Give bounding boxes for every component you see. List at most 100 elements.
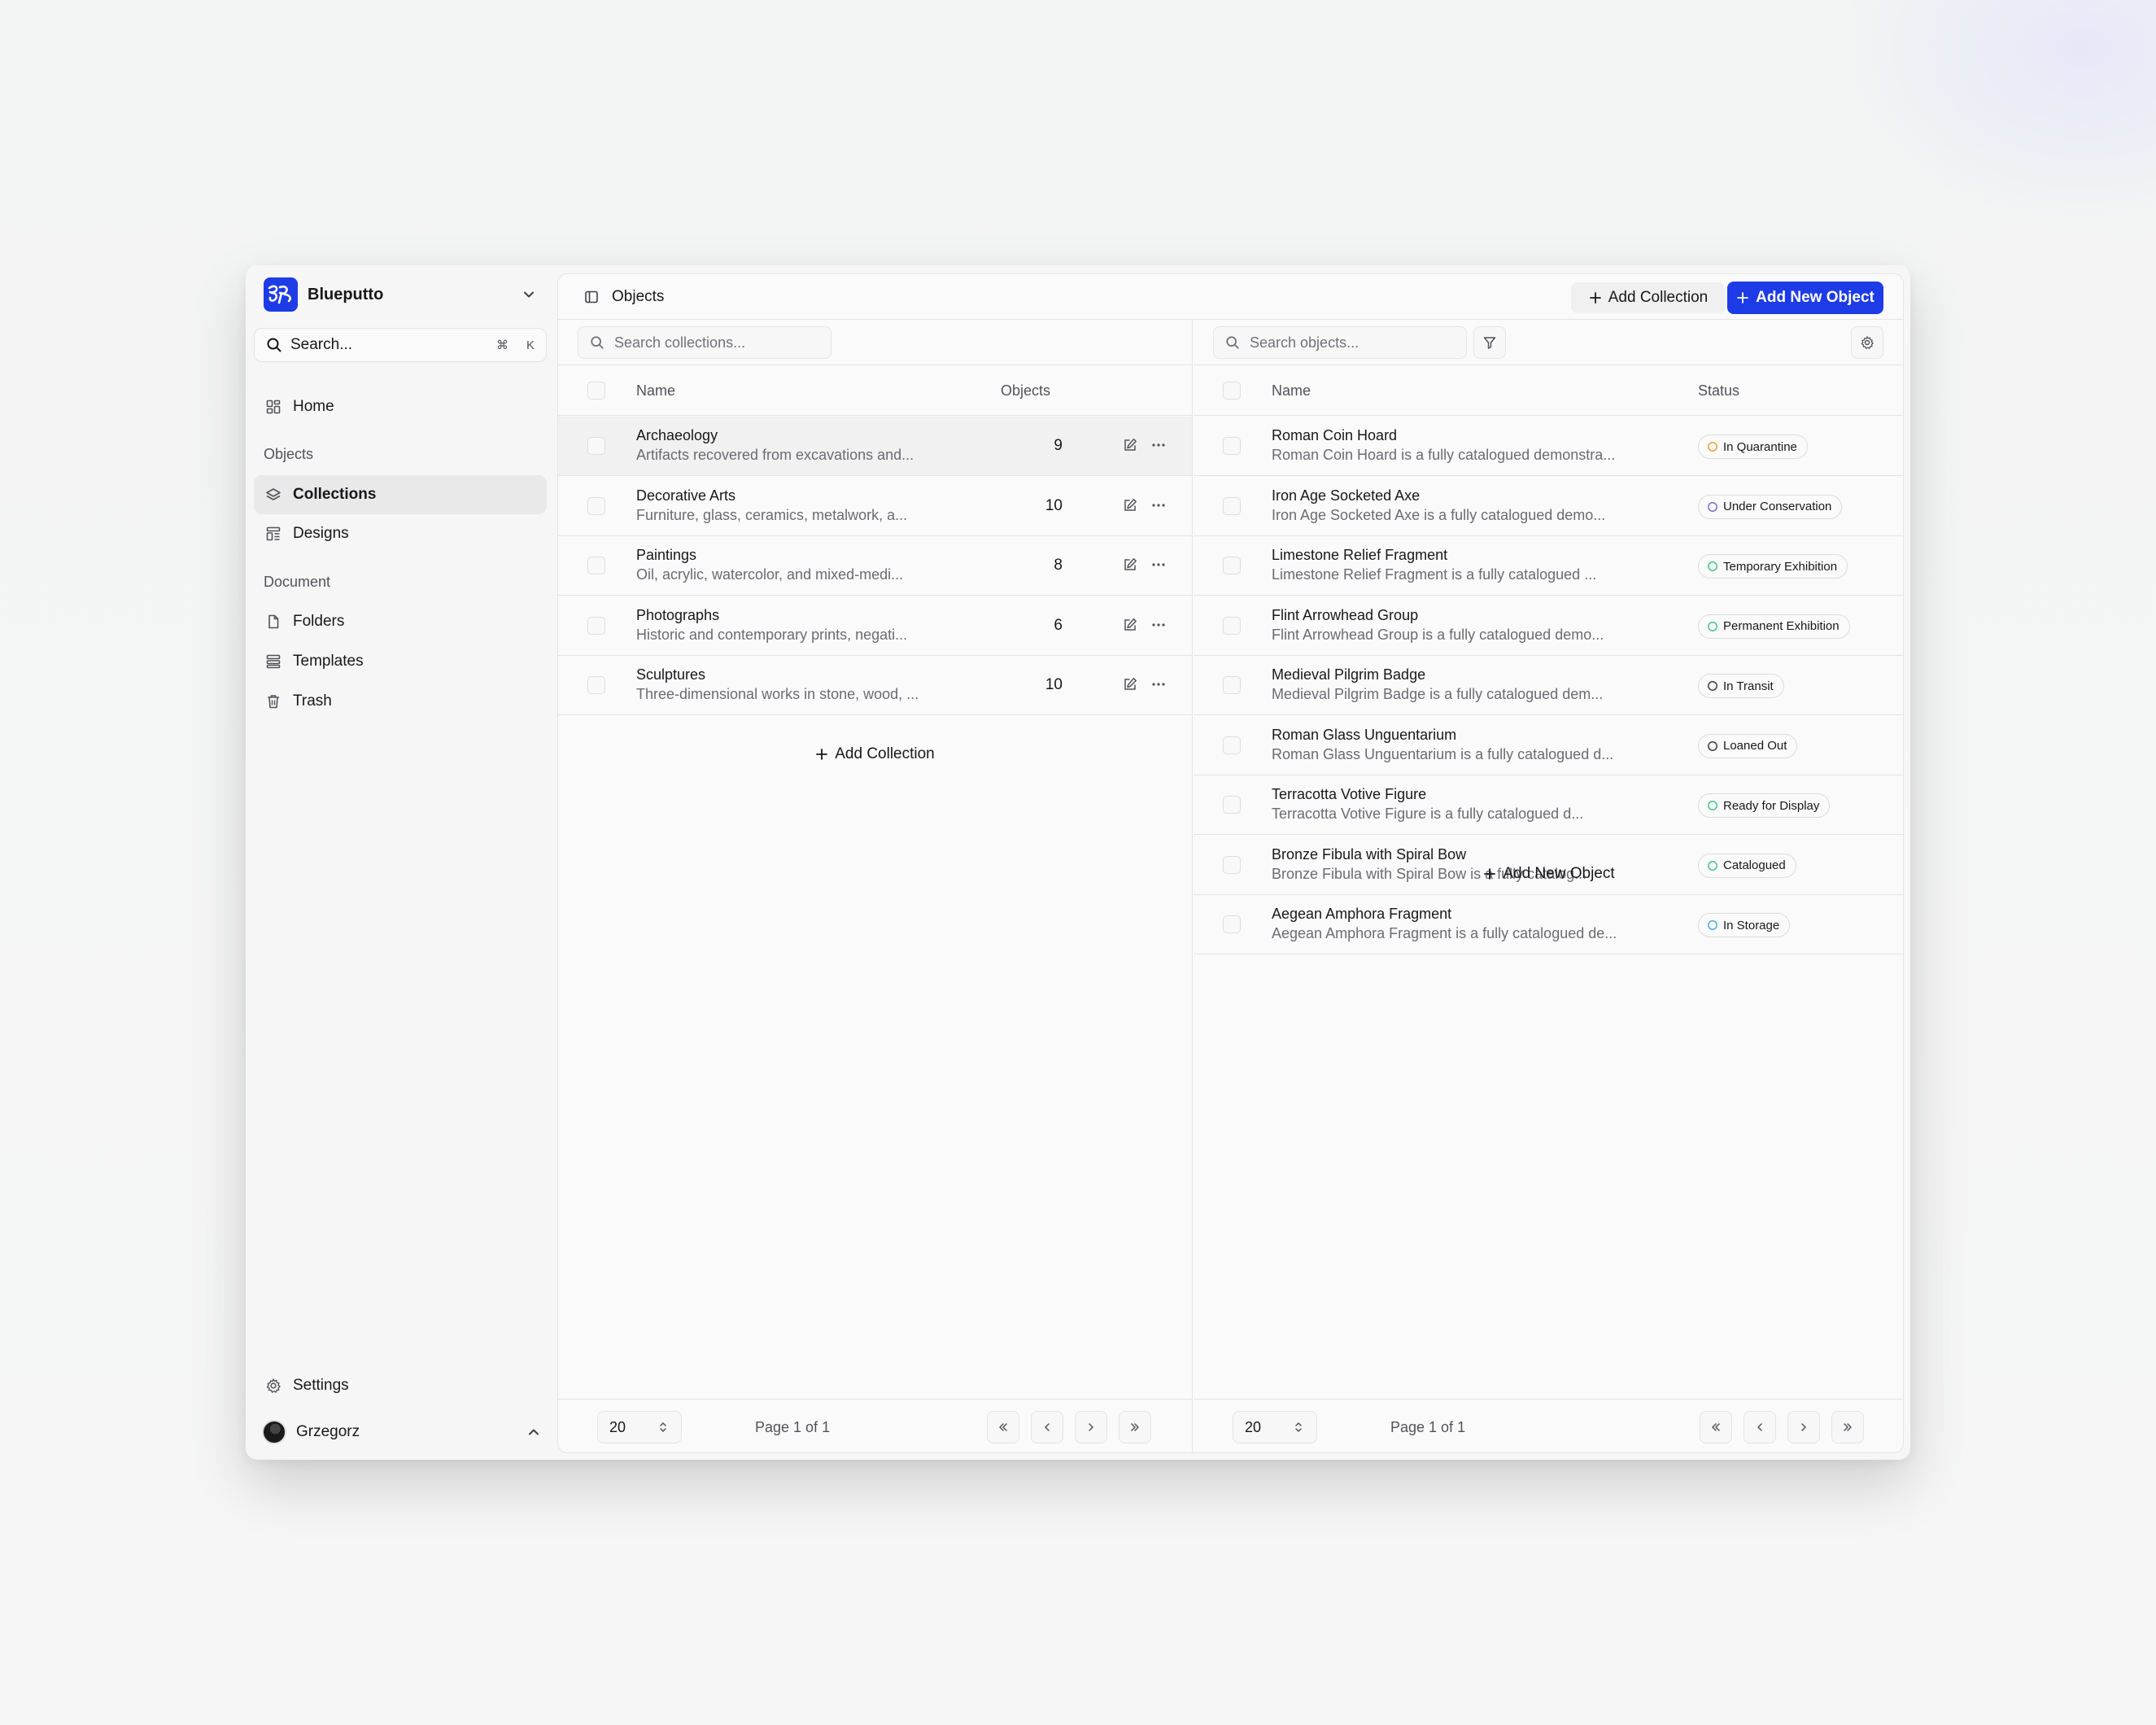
sidebar-item-designs[interactable]: Designs	[254, 514, 547, 553]
object-name: Roman Coin Hoard	[1272, 427, 1398, 443]
table-row[interactable]: Aegean Amphora Fragment Aegean Amphora Fr…	[1194, 895, 1903, 954]
status-badge: Loaned Out	[1698, 733, 1798, 758]
status-badge: Ready for Display	[1698, 793, 1831, 818]
table-row[interactable]: Terracotta Votive Figure Terracotta Votiv…	[1194, 775, 1903, 835]
row-checkbox[interactable]	[587, 437, 605, 455]
object-name: Iron Age Socketed Axe	[1272, 487, 1421, 504]
table-row[interactable]: Roman Glass Unguentarium Roman Glass Ungu…	[1194, 716, 1903, 775]
next-page-button[interactable]	[1075, 1411, 1107, 1443]
more-horizontal-icon[interactable]	[1150, 437, 1167, 453]
table-row[interactable]: Sculptures Three-dimensional works in sto…	[558, 656, 1192, 715]
table-row[interactable]: Photographs Historic and contemporary pri…	[558, 596, 1192, 656]
object-description: Roman Coin Hoard is a fully catalogued d…	[1272, 447, 1616, 463]
collections-pane: Search collections... Name Objects Archa…	[558, 320, 1193, 1452]
edit-icon[interactable]	[1122, 557, 1138, 573]
row-checkbox[interactable]	[587, 496, 605, 515]
row-checkbox[interactable]	[1223, 796, 1241, 814]
select-all-checkbox[interactable]	[587, 382, 605, 400]
row-checkbox[interactable]	[587, 557, 605, 574]
row-checkbox[interactable]	[1223, 915, 1241, 933]
sidebar-item-settings[interactable]: Settings	[254, 1366, 547, 1405]
status-badge: Permanent Exhibition	[1698, 614, 1850, 639]
status-label: In Transit	[1723, 679, 1774, 693]
sidebar-item-templates[interactable]: Templates	[254, 642, 547, 681]
table-row[interactable]: Medieval Pilgrim Badge Medieval Pilgrim B…	[1194, 656, 1903, 715]
plus-icon	[1589, 292, 1601, 304]
sidebar-item-label: Settings	[293, 1377, 349, 1394]
search-icon	[591, 336, 604, 349]
sidebar-item-home[interactable]: Home	[254, 387, 547, 426]
chevron-right-icon	[1801, 1423, 1806, 1431]
more-horizontal-icon[interactable]	[1150, 497, 1167, 513]
edit-icon[interactable]	[1122, 497, 1138, 513]
edit-icon[interactable]	[1122, 676, 1138, 692]
objects-pagination: 20 Page 1 of 1	[1194, 1399, 1903, 1452]
global-search-input[interactable]: Search... ⌘ K	[254, 328, 547, 362]
row-checkbox[interactable]	[1223, 557, 1241, 574]
row-checkbox[interactable]	[587, 676, 605, 694]
chevron-left-icon	[1045, 1423, 1050, 1431]
edit-icon[interactable]	[1122, 617, 1138, 633]
collection-description: Historic and contemporary prints, negati…	[636, 626, 908, 643]
row-checkbox[interactable]	[1223, 676, 1241, 694]
collections-search-input[interactable]: Search collections...	[578, 326, 831, 359]
sidebar: Blueputto Search... ⌘ K Home Objects Col…	[246, 265, 555, 1460]
table-row[interactable]: Archaeology Artifacts recovered from exca…	[558, 417, 1192, 476]
add-collection-row-button[interactable]: Add Collection	[558, 738, 1192, 771]
page-title: Objects	[612, 288, 665, 305]
add-object-row-button[interactable]: Add New Object	[1194, 858, 1903, 890]
row-checkbox[interactable]	[1223, 736, 1241, 754]
table-row[interactable]: Roman Coin Hoard Roman Coin Hoard is a fu…	[1194, 417, 1903, 476]
chevron-up-icon	[529, 1429, 539, 1435]
add-collection-label: Add Collection	[1608, 289, 1709, 306]
prev-page-button[interactable]	[1031, 1411, 1063, 1443]
add-new-object-button[interactable]: Add New Object	[1727, 282, 1883, 314]
more-horizontal-icon[interactable]	[1150, 676, 1167, 692]
file-icon	[268, 614, 279, 629]
page-size-value: 20	[1245, 1418, 1262, 1435]
user-menu[interactable]: Grzegorz	[262, 1416, 547, 1448]
view-settings-button[interactable]	[1851, 326, 1883, 359]
row-checkbox[interactable]	[587, 616, 605, 635]
sidebar-item-label: Trash	[293, 692, 332, 710]
sidebar-item-collections[interactable]: Collections	[254, 475, 547, 514]
last-page-button[interactable]	[1119, 1411, 1151, 1443]
row-checkbox[interactable]	[1223, 496, 1241, 515]
sidebar-toggle-icon[interactable]	[584, 290, 599, 304]
more-horizontal-icon[interactable]	[1150, 617, 1167, 633]
table-row[interactable]: Limestone Relief Fragment Limestone Relie…	[1194, 536, 1903, 596]
first-page-button[interactable]	[1700, 1411, 1732, 1443]
edit-icon[interactable]	[1122, 437, 1138, 453]
workspace-switcher[interactable]: Blueputto	[264, 275, 548, 314]
table-row[interactable]: Decorative Arts Furniture, glass, ceramic…	[558, 477, 1192, 536]
filter-button[interactable]	[1473, 326, 1506, 359]
page-size-select[interactable]: 20	[597, 1411, 682, 1443]
row-checkbox[interactable]	[1223, 616, 1241, 635]
next-page-button[interactable]	[1787, 1411, 1820, 1443]
select-all-checkbox[interactable]	[1223, 382, 1241, 400]
plus-icon	[1484, 868, 1496, 880]
add-new-object-label: Add New Object	[1756, 289, 1874, 306]
object-name: Terracotta Votive Figure	[1272, 786, 1427, 802]
sidebar-item-folders[interactable]: Folders	[254, 602, 547, 641]
prev-page-button[interactable]	[1744, 1411, 1776, 1443]
object-name: Aegean Amphora Fragment	[1272, 906, 1452, 922]
page-size-select[interactable]: 20	[1233, 1411, 1317, 1443]
table-row[interactable]: Iron Age Socketed Axe Iron Age Socketed A…	[1194, 477, 1903, 536]
status-dot-icon	[1708, 501, 1717, 512]
status-label: In Quarantine	[1723, 439, 1797, 454]
last-page-button[interactable]	[1831, 1411, 1864, 1443]
sidebar-item-label: Templates	[293, 653, 364, 670]
sidebar-item-trash[interactable]: Trash	[254, 682, 547, 721]
add-collection-button[interactable]: Add Collection	[1571, 282, 1726, 313]
collection-object-count: 6	[1054, 616, 1063, 634]
row-checkbox[interactable]	[1223, 437, 1241, 455]
status-dot-icon	[1708, 740, 1717, 751]
more-horizontal-icon[interactable]	[1150, 557, 1167, 573]
table-row[interactable]: Flint Arrowhead Group Flint Arrowhead Gro…	[1194, 596, 1903, 656]
first-page-button[interactable]	[987, 1411, 1019, 1443]
collection-name: Paintings	[636, 547, 697, 563]
collection-name: Photographs	[636, 606, 720, 623]
table-row[interactable]: Paintings Oil, acrylic, watercolor, and m…	[558, 536, 1192, 596]
objects-search-input[interactable]: Search objects...	[1213, 326, 1467, 359]
